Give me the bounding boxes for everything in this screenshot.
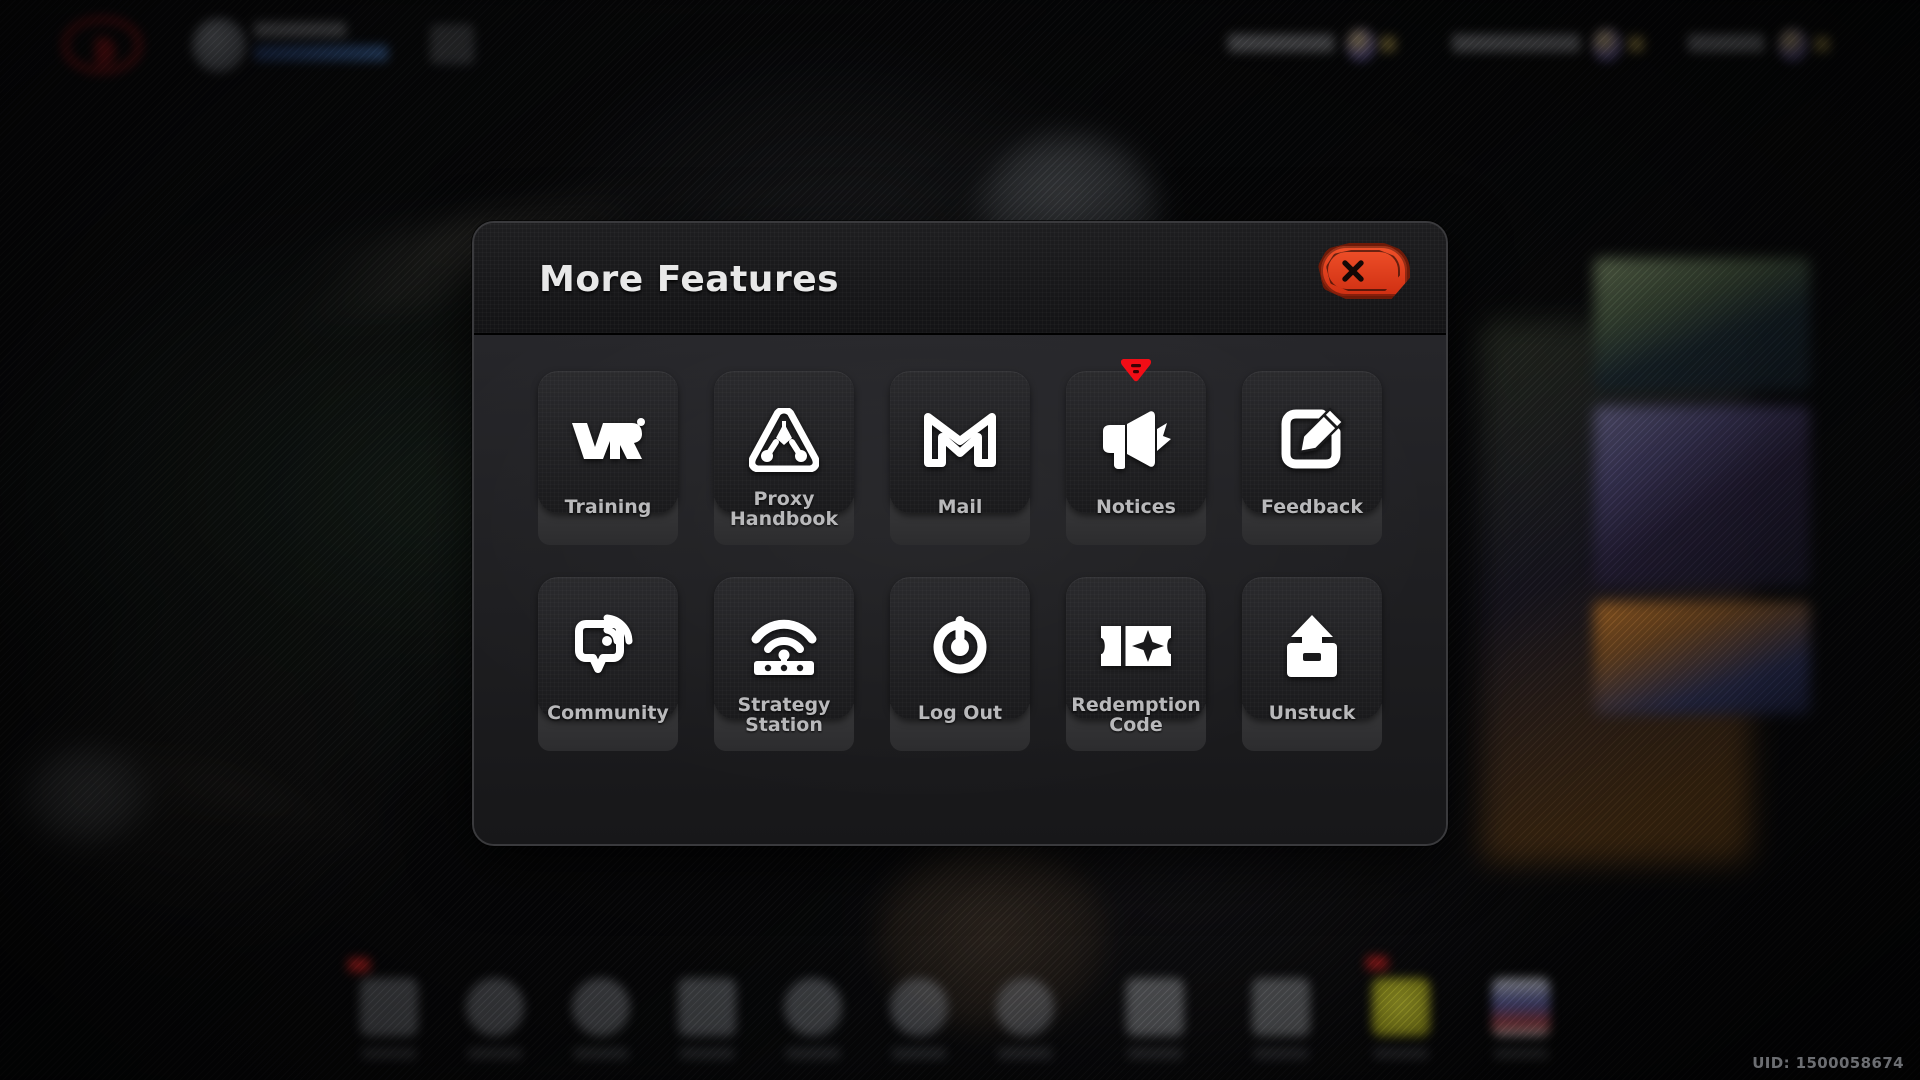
more-features-dialog: More Features Training Proxy Handbook Ma… — [472, 221, 1448, 846]
tile-icon-container — [538, 371, 678, 513]
bottom-menu-bar — [0, 930, 1920, 1080]
event-banner-card[interactable] — [1594, 602, 1810, 714]
tile-label: Log Out — [917, 702, 1003, 724]
tile-label: Proxy Handbook — [729, 488, 839, 530]
menu-item-chat[interactable] — [572, 978, 630, 1059]
player-level-bar — [254, 45, 388, 61]
mail-m-icon — [922, 411, 998, 473]
box-up-arrow-icon — [1281, 613, 1343, 683]
wifi-router-icon — [748, 615, 820, 681]
menu-item-gacha[interactable] — [1126, 978, 1184, 1059]
feature-tile-feedback[interactable]: Feedback — [1242, 371, 1382, 545]
menu-item-inventory[interactable] — [1252, 978, 1310, 1059]
tile-icon-container — [1242, 577, 1382, 719]
menu-item-grid[interactable] — [348, 958, 418, 1059]
tile-label: Training — [564, 496, 652, 518]
close-button[interactable] — [1318, 243, 1410, 299]
feature-tile-unstuck[interactable]: Unstuck — [1242, 577, 1382, 751]
menu-item-battle[interactable] — [890, 978, 948, 1059]
feature-tile-log-out[interactable]: Log Out — [890, 577, 1030, 751]
event-banner-list — [1594, 258, 1810, 730]
tile-icon-container — [538, 577, 678, 719]
tile-label: Strategy Station — [737, 694, 831, 736]
avatar[interactable] — [192, 18, 246, 72]
chat-signal-icon — [573, 611, 643, 685]
feature-tile-proxy-handbook[interactable]: Proxy Handbook — [714, 371, 854, 545]
tile-label: Mail — [937, 496, 983, 518]
tile-icon-container — [890, 371, 1030, 513]
pen-nib-triangle-icon — [748, 406, 820, 476]
feature-tile-mail[interactable]: Mail — [890, 371, 1030, 545]
dialog-header: More Features — [474, 223, 1446, 335]
tile-icon-container — [1242, 371, 1382, 513]
tile-label: Feedback — [1261, 496, 1363, 518]
features-grid-row-2: Community Strategy Station Log Out Redem… — [526, 573, 1394, 751]
event-banner-card[interactable] — [1594, 258, 1810, 390]
menu-item-missions[interactable] — [784, 978, 842, 1059]
feature-tile-training[interactable]: Training — [538, 371, 678, 545]
tile-label: Notices — [1095, 496, 1176, 518]
feature-tile-strategy-station[interactable]: Strategy Station — [714, 577, 854, 751]
megaphone-icon — [1099, 409, 1173, 475]
feature-tile-community[interactable]: Community — [538, 577, 678, 751]
menu-item-events[interactable] — [1366, 956, 1430, 1059]
player-name — [254, 22, 346, 37]
menu-item-agents[interactable] — [466, 978, 524, 1059]
ticket-star-icon — [1097, 620, 1175, 676]
top-hud-bar — [0, 0, 1920, 92]
game-logo-icon — [62, 16, 142, 74]
feature-tile-redemption-code[interactable]: Redemption Code — [1066, 577, 1206, 751]
feature-tile-notices[interactable]: Notices — [1066, 359, 1206, 545]
menu-item-shop[interactable] — [996, 978, 1054, 1059]
menu-item-archive[interactable] — [1492, 978, 1550, 1059]
menu-item-drive[interactable] — [678, 978, 736, 1059]
power-icon — [926, 612, 994, 684]
page-title: More Features — [539, 259, 840, 300]
hud-panel-icon[interactable] — [430, 24, 474, 64]
tile-label: Community — [547, 702, 669, 724]
game-screen: UID: 1500058674 More Features Training P… — [0, 0, 1920, 1080]
tile-label: Redemption Code — [1071, 694, 1201, 736]
vr-headset-icon — [570, 417, 646, 467]
pencil-square-icon — [1278, 406, 1346, 478]
dialog-body: Training Proxy Handbook Mail Notices Fee… — [474, 335, 1446, 844]
tile-label: Unstuck — [1268, 702, 1356, 724]
uid-label: UID: 1500058674 — [1752, 1054, 1904, 1072]
notification-badge — [1119, 357, 1153, 383]
close-icon — [1318, 243, 1388, 299]
features-grid-row-1: Training Proxy Handbook Mail Notices Fee… — [526, 359, 1394, 545]
tile-icon-container — [1066, 371, 1206, 513]
tile-icon-container — [890, 577, 1030, 719]
event-banner-card[interactable] — [1594, 406, 1810, 586]
